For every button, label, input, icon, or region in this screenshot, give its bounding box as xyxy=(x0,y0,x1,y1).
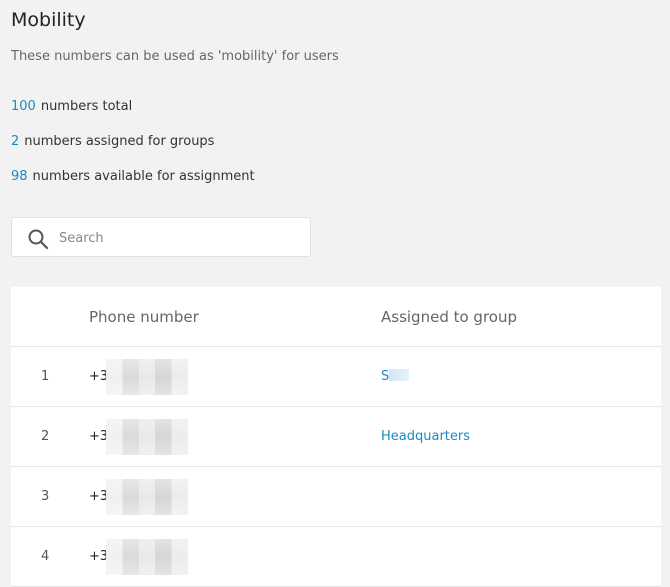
mobility-page: Mobility These numbers can be used as 'm… xyxy=(0,0,670,587)
table-header: Phone number Assigned to group xyxy=(11,287,661,347)
stat-total-value: 100 xyxy=(11,99,36,114)
row-index: 4 xyxy=(41,549,50,564)
page-subtitle: These numbers can be used as 'mobility' … xyxy=(11,49,339,64)
group-redaction xyxy=(389,369,410,381)
group-link[interactable]: Headquarters xyxy=(381,429,470,444)
stat-available-value: 98 xyxy=(11,169,28,184)
row-index: 2 xyxy=(41,429,50,444)
stat-assigned-value: 2 xyxy=(11,134,20,149)
phone-redaction xyxy=(106,539,188,575)
group-link-label: S xyxy=(381,369,390,384)
column-header-group[interactable]: Assigned to group xyxy=(381,308,517,326)
stat-available-label: numbers available for assignment xyxy=(32,169,255,184)
row-index: 1 xyxy=(41,369,50,384)
phone-redaction xyxy=(106,359,188,395)
phone-redaction xyxy=(106,419,188,455)
numbers-table: Phone number Assigned to group 1 +3 S 2 … xyxy=(11,287,661,587)
stat-available: 98 numbers available for assignment xyxy=(11,169,255,184)
table-row[interactable]: 4 +3 xyxy=(11,527,661,587)
stat-total-label: numbers total xyxy=(40,99,133,114)
stat-assigned-label: numbers assigned for groups xyxy=(24,134,215,149)
search-box[interactable] xyxy=(11,217,311,257)
column-header-phone[interactable]: Phone number xyxy=(89,308,199,326)
row-index: 3 xyxy=(41,489,50,504)
page-title: Mobility xyxy=(11,9,86,31)
table-row[interactable]: 3 +3 xyxy=(11,467,661,527)
stat-assigned: 2 numbers assigned for groups xyxy=(11,134,214,149)
table-row[interactable]: 1 +3 S xyxy=(11,347,661,407)
search-input[interactable] xyxy=(59,226,299,250)
phone-redaction xyxy=(106,479,188,515)
group-link[interactable]: S xyxy=(381,369,410,384)
search-icon xyxy=(26,227,50,251)
stat-total: 100 numbers total xyxy=(11,99,132,114)
table-row[interactable]: 2 +3 Headquarters xyxy=(11,407,661,467)
